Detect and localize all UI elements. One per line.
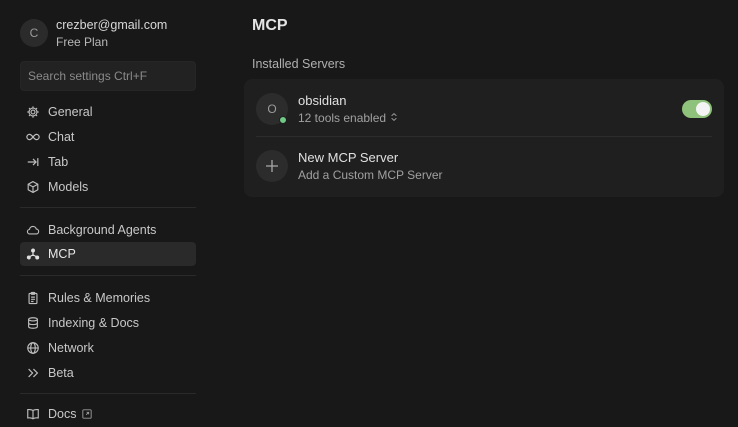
sidebar-item-label: Beta [48,366,74,380]
tools-enabled-dropdown[interactable]: 12 tools enabled [298,111,398,125]
sidebar-divider [20,393,196,394]
server-avatar: O [256,93,288,125]
sidebar-item-chat[interactable]: Chat [20,125,196,149]
new-server-title: New MCP Server [298,150,399,165]
server-avatar-letter: O [267,102,277,116]
sidebar-item-beta[interactable]: Beta [20,361,196,385]
sidebar-item-background-agents[interactable]: Background Agents [20,218,196,242]
sidebar-item-label: Indexing & Docs [48,316,140,330]
sidebar-item-network[interactable]: Network [20,336,196,360]
sidebar-item-label: Docs [48,407,77,421]
tab-arrow-icon [26,155,40,169]
sidebar-item-label: Rules & Memories [48,291,151,305]
tools-enabled-label: 12 tools enabled [298,111,387,125]
sidebar-item-label: Chat [48,130,75,144]
server-name: obsidian [298,93,347,108]
cube-icon [26,180,40,194]
server-enabled-toggle[interactable] [682,100,712,118]
settings-sidebar: C crezber@gmail.com Free Plan General Ch… [0,0,204,427]
sidebar-item-models[interactable]: Models [20,175,196,199]
infinity-icon [26,130,40,144]
sidebar-divider [20,275,196,276]
account-email: crezber@gmail.com [56,17,168,32]
status-dot [279,116,287,124]
clipboard-icon [26,291,40,305]
cloud-icon [26,223,40,237]
servers-card: O obsidian 12 tools enabled New MCP Serv… [244,79,724,197]
page-title: MCP [252,17,288,34]
sidebar-divider [20,207,196,208]
sidebar-item-label: Background Agents [48,223,157,237]
sidebar-item-label: Network [48,341,94,355]
toggle-knob [696,102,710,116]
sidebar-item-rules-memories[interactable]: Rules & Memories [20,286,196,310]
section-label-installed-servers: Installed Servers [252,57,346,71]
sidebar-item-tab[interactable]: Tab [20,150,196,174]
search-settings-input[interactable] [20,61,196,91]
sidebar-item-label: MCP [48,247,76,261]
server-row-obsidian: O obsidian 12 tools enabled [256,89,712,129]
account-plan: Free Plan [56,34,109,49]
double-chevron-icon [26,366,40,380]
new-server-subtitle: Add a Custom MCP Server [298,168,443,182]
book-icon [26,407,40,421]
globe-icon [26,341,40,355]
account-info: C crezber@gmail.com Free Plan [20,14,200,52]
avatar: C [20,19,48,47]
sidebar-item-mcp[interactable]: MCP [20,242,196,266]
sidebar-item-label: Models [48,180,89,194]
new-mcp-server-button[interactable]: New MCP Server Add a Custom MCP Server [256,146,712,186]
chevron-up-down-icon [390,112,398,124]
main-content: MCP Installed Servers O obsidian 12 tool… [244,0,724,427]
sidebar-item-general[interactable]: General [20,100,196,124]
database-icon [26,316,40,330]
sidebar-item-label: Tab [48,155,69,169]
plus-icon [256,150,288,182]
sidebar-item-label: General [48,105,93,119]
external-link-icon [82,409,93,419]
card-divider [256,136,712,137]
sidebar-item-indexing-docs[interactable]: Indexing & Docs [20,311,196,335]
sidebar-item-docs[interactable]: Docs [20,402,196,426]
gear-icon [26,105,40,119]
mcp-icon [26,247,40,261]
